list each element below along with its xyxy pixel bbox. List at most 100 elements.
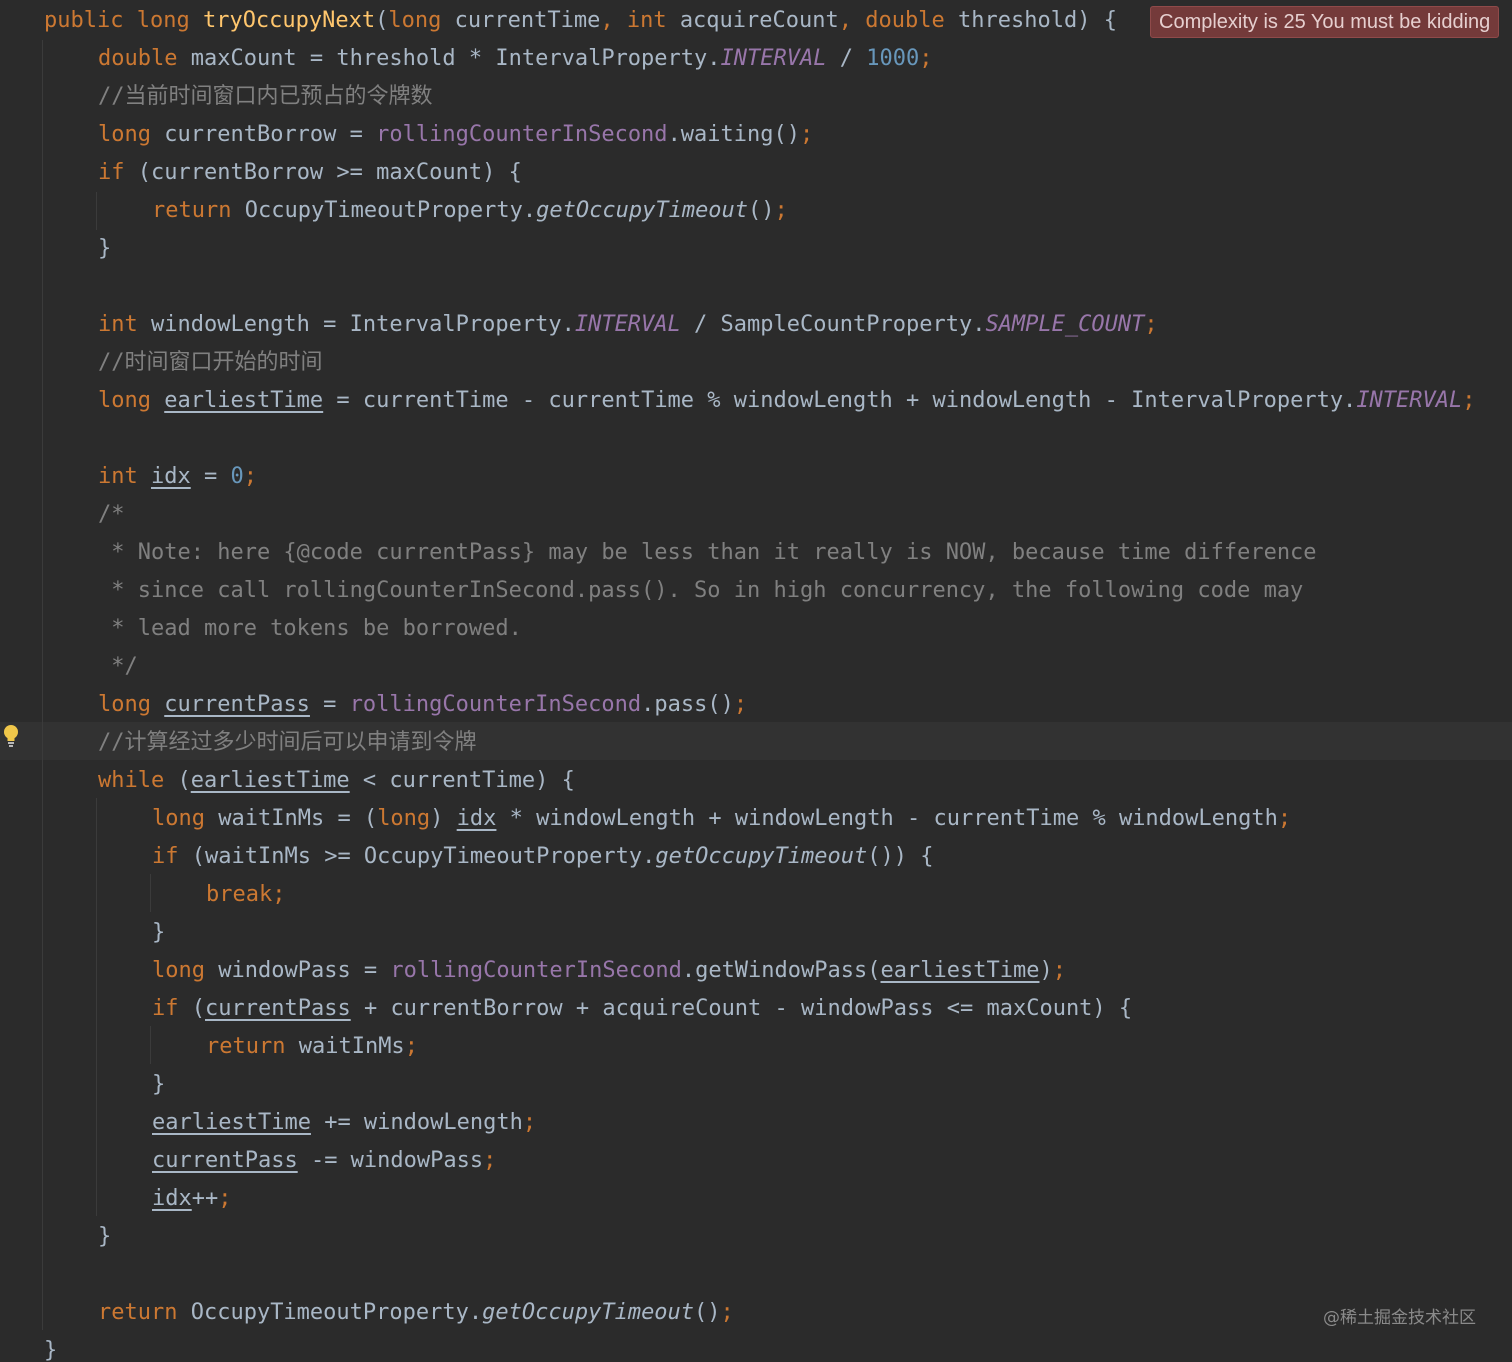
code-token: getOccupyTimeout bbox=[536, 198, 749, 223]
code-token: ; bbox=[1462, 388, 1476, 413]
code-token: = bbox=[190, 464, 231, 489]
watermark: @稀土掘金技术社区 bbox=[1323, 1308, 1476, 1328]
code-line[interactable]: while (earliestTime < currentTime) { bbox=[98, 762, 575, 800]
code-token: int bbox=[98, 312, 151, 337]
code-token: break bbox=[206, 882, 273, 907]
code-token: ()) { bbox=[867, 844, 934, 869]
code-line[interactable]: int windowLength = IntervalProperty.INTE… bbox=[98, 306, 1158, 344]
code-token: tryOccupyNext bbox=[202, 8, 376, 33]
code-token: //时间窗口开始的时间 bbox=[98, 350, 323, 375]
code-line[interactable]: return OccupyTimeoutProperty.getOccupyTi… bbox=[152, 192, 788, 230]
code-token: ) bbox=[430, 806, 457, 831]
code-token: int bbox=[98, 464, 151, 489]
code-line[interactable]: } bbox=[98, 230, 111, 268]
code-token: .getWindowPass( bbox=[681, 958, 881, 983]
code-token: ( bbox=[191, 996, 205, 1021]
complexity-badge[interactable]: Complexity is 25 You must be kidding bbox=[1150, 6, 1500, 38]
code-line[interactable]: //计算经过多少时间后可以申请到令牌 bbox=[98, 724, 477, 762]
code-token: OccupyTimeoutProperty. bbox=[190, 1300, 483, 1325]
code-token: double bbox=[865, 8, 958, 33]
code-line[interactable]: if (currentBorrow >= maxCount) { bbox=[98, 154, 522, 192]
code-token: } bbox=[98, 236, 112, 261]
code-token: ) bbox=[1039, 958, 1053, 983]
code-token: * lead more tokens be borrowed. bbox=[98, 616, 522, 641]
code-token: getOccupyTimeout bbox=[482, 1300, 695, 1325]
code-token: 0 bbox=[230, 464, 244, 489]
code-token: idx bbox=[150, 464, 191, 489]
code-line[interactable]: } bbox=[98, 1218, 111, 1256]
code-line[interactable]: } bbox=[152, 914, 165, 952]
code-token: rollingCounterInSecond bbox=[349, 692, 642, 717]
code-line[interactable]: return OccupyTimeoutProperty.getOccupyTi… bbox=[98, 1294, 734, 1332]
code-token: 1000 bbox=[866, 46, 920, 71]
code-token: += windowLength bbox=[310, 1110, 523, 1135]
code-line[interactable]: public long tryOccupyNext(long currentTi… bbox=[44, 2, 1117, 40]
code-token: earliestTime bbox=[880, 958, 1040, 983]
code-line[interactable]: int idx = 0; bbox=[98, 458, 257, 496]
code-token: getOccupyTimeout bbox=[655, 844, 868, 869]
code-token: } bbox=[152, 920, 166, 945]
code-token: maxCount = threshold * IntervalProperty. bbox=[190, 46, 721, 71]
code-token: waitInMs = ( bbox=[218, 806, 378, 831]
code-token: /* bbox=[98, 502, 125, 527]
code-token: INTERVAL bbox=[574, 312, 681, 337]
code-token: ) { bbox=[1077, 8, 1117, 33]
indent-guide bbox=[96, 192, 97, 230]
code-line[interactable]: break; bbox=[206, 876, 285, 914]
code-line[interactable]: */ bbox=[98, 648, 138, 686]
code-line[interactable]: long currentBorrow = rollingCounterInSec… bbox=[98, 116, 813, 154]
code-token: ; bbox=[733, 692, 748, 717]
code-token: ; bbox=[720, 1300, 734, 1325]
code-line[interactable]: * lead more tokens be borrowed. bbox=[98, 610, 522, 648]
code-line[interactable]: long earliestTime = currentTime - curren… bbox=[98, 382, 1476, 420]
code-token: ; bbox=[800, 122, 814, 147]
code-token: .waiting() bbox=[667, 122, 801, 147]
code-token: () bbox=[694, 1300, 721, 1325]
code-token: SAMPLE_COUNT bbox=[985, 312, 1145, 337]
code-token: ; bbox=[1144, 312, 1158, 337]
code-line[interactable]: double maxCount = threshold * IntervalPr… bbox=[98, 40, 932, 78]
code-token: ; bbox=[218, 1186, 232, 1211]
code-line[interactable]: long currentPass = rollingCounterInSecon… bbox=[98, 686, 747, 724]
code-line[interactable]: if (currentPass + currentBorrow + acquir… bbox=[152, 990, 1132, 1028]
code-line[interactable]: long waitInMs = (long) idx * windowLengt… bbox=[152, 800, 1291, 838]
code-line[interactable]: } bbox=[152, 1066, 165, 1104]
code-line[interactable]: * Note: here {@code currentPass} may be … bbox=[98, 534, 1317, 572]
code-line[interactable]: } bbox=[44, 1332, 57, 1362]
code-line[interactable]: idx++; bbox=[152, 1180, 232, 1218]
code-token: ; bbox=[919, 46, 933, 71]
code-token: earliestTime bbox=[152, 1110, 311, 1135]
code-token: ; bbox=[404, 1034, 418, 1059]
code-editor[interactable]: public long tryOccupyNext(long currentTi… bbox=[0, 0, 1512, 1362]
code-line[interactable]: earliestTime += windowLength; bbox=[152, 1104, 536, 1142]
code-line[interactable]: //当前时间窗口内已预占的令牌数 bbox=[98, 78, 433, 116]
code-token: currentPass bbox=[152, 1148, 298, 1173]
code-line[interactable]: if (waitInMs >= OccupyTimeoutProperty.ge… bbox=[152, 838, 934, 876]
code-token: ( bbox=[375, 8, 389, 33]
code-token: * Note: here {@code currentPass} may be … bbox=[98, 540, 1317, 565]
code-line[interactable]: currentPass -= windowPass; bbox=[152, 1142, 496, 1180]
lightbulb-icon[interactable] bbox=[2, 724, 20, 748]
code-token: rollingCounterInSecond bbox=[390, 958, 682, 983]
code-token: return bbox=[98, 1300, 191, 1325]
code-token: long bbox=[136, 8, 203, 33]
code-line[interactable]: //时间窗口开始的时间 bbox=[98, 344, 323, 382]
code-token: } bbox=[44, 1338, 58, 1362]
code-token: ; bbox=[1052, 958, 1066, 983]
code-token: waitInMs bbox=[298, 1034, 405, 1059]
code-token: double bbox=[98, 46, 191, 71]
code-token: / SampleCountProperty. bbox=[680, 312, 986, 337]
code-token: */ bbox=[98, 654, 138, 679]
code-line[interactable]: return waitInMs; bbox=[206, 1028, 418, 1066]
code-token: * windowLength + windowLength - currentT… bbox=[496, 806, 1278, 831]
code-token: rollingCounterInSecond bbox=[376, 122, 668, 147]
code-token: long bbox=[98, 692, 165, 717]
code-token: earliestTime bbox=[164, 388, 324, 413]
code-token: while bbox=[98, 768, 178, 793]
code-token: / bbox=[826, 46, 867, 71]
code-line[interactable]: * since call rollingCounterInSecond.pass… bbox=[98, 572, 1303, 610]
code-line[interactable]: long windowPass = rollingCounterInSecond… bbox=[152, 952, 1066, 990]
code-token: -= windowPass bbox=[297, 1148, 484, 1173]
code-token: long bbox=[377, 806, 431, 831]
code-line[interactable]: /* bbox=[98, 496, 125, 534]
